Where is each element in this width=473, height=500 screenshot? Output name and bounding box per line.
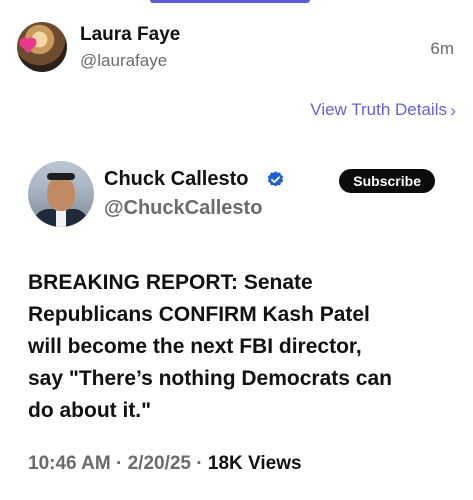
quoted-author-name[interactable]: Chuck Callesto — [104, 168, 248, 191]
post-body-text: BREAKING REPORT: Senate Republicans CONF… — [28, 271, 392, 422]
top-scroll-indicator — [150, 0, 310, 3]
post-timestamp: 6m — [430, 39, 454, 58]
avatar-sunglasses — [47, 173, 75, 180]
post-date: 2/20/25 — [127, 453, 192, 474]
heart-icon — [20, 38, 36, 54]
avatar-face — [47, 177, 75, 211]
avatar[interactable] — [28, 161, 94, 227]
meta-separator: · — [110, 453, 128, 474]
post-meta: 10:46 AM · 2/20/25 · 18K Views — [28, 453, 302, 475]
post-header: Laura Faye @laurafaye 6m — [17, 22, 456, 74]
subscribe-button[interactable]: Subscribe — [339, 169, 435, 193]
quoted-author-handle[interactable]: @ChuckCallesto — [104, 197, 262, 220]
meta-separator: · — [191, 453, 208, 474]
view-truth-details-link[interactable]: View Truth Details — [310, 100, 447, 120]
author-handle[interactable]: @laurafaye — [80, 51, 167, 71]
quoted-post-header: Chuck Callesto @ChuckCallesto Subscribe — [28, 161, 445, 229]
avatar[interactable] — [17, 22, 67, 72]
views-count: 18K — [207, 453, 243, 474]
verified-badge-icon — [267, 171, 284, 187]
post-time: 10:46 AM — [28, 453, 111, 474]
views-label: Views — [248, 453, 302, 474]
author-name[interactable]: Laura Faye — [80, 24, 180, 46]
avatar-shirt — [56, 209, 66, 227]
chevron-right-icon[interactable]: › — [450, 101, 456, 121]
